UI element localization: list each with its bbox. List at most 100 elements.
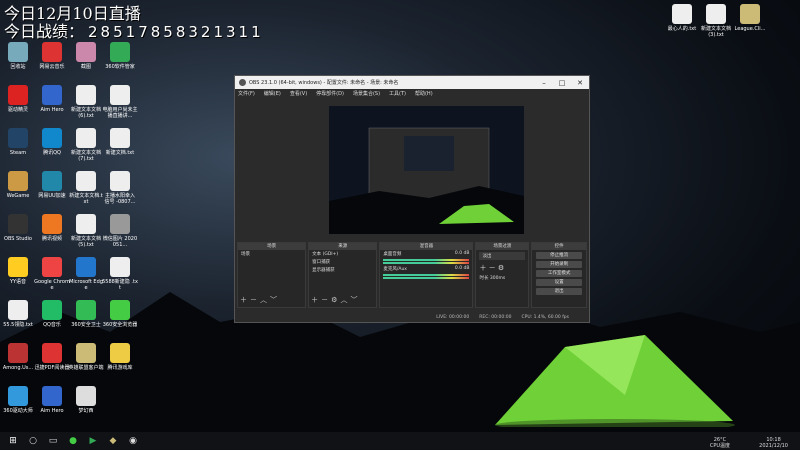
desktop-shortcut[interactable]: 迅捷PDF阅读器 (34, 343, 70, 371)
menu-file[interactable]: 文件(F) (238, 90, 255, 97)
settings-button[interactable]: 设置 (536, 279, 582, 286)
desktop-shortcut-label: 5588新建隐 .txt (102, 279, 138, 291)
desktop-shortcut[interactable]: QQ音乐 (34, 300, 70, 328)
app-360-icon[interactable]: ● (66, 434, 80, 448)
scene-item[interactable]: 场景 (238, 250, 305, 258)
desktop-shortcut[interactable]: 新建文本文档 (5).txt (68, 214, 104, 248)
app-icon (110, 42, 130, 62)
desktop-shortcut[interactable]: Microsoft Edge (68, 257, 104, 291)
desktop-shortcut-label: 新建文本文档 (3).txt (700, 26, 731, 38)
desktop-shortcut[interactable]: 新建文本文档 (6).txt (68, 85, 104, 119)
transition-add-remove[interactable]: ＋ － ⚙ (476, 262, 528, 274)
desktop-shortcut[interactable]: 截图 (68, 42, 104, 70)
menu-scene-collection[interactable]: 场景集合(S) (353, 90, 380, 97)
desktop-shortcut-label: 腾讯游戏库 (107, 365, 133, 371)
desktop-shortcut[interactable]: 英雄联盟客户端 (68, 343, 104, 371)
obs-preview[interactable] (329, 106, 524, 234)
app-icon (76, 42, 96, 62)
desktop-shortcut[interactable]: 腾讯视频 (34, 214, 70, 242)
desktop-shortcut[interactable]: 电脑用户尚未主 播直播讲... (102, 85, 138, 119)
transition-select[interactable]: 淡出 (479, 252, 526, 260)
obs-titlebar[interactable]: OBS 23.1.0 (64-bit, windows) - 配置文件: 未命名… (235, 76, 589, 89)
scenes-dock: 场景 场景 ＋－︿﹀ (237, 242, 307, 308)
app-icon (8, 343, 28, 363)
scene-toolbar[interactable]: ＋－︿﹀ (240, 295, 280, 305)
desktop-shortcut[interactable]: 360安全卫士 (68, 300, 104, 328)
studio-mode-button[interactable]: 工作室模式 (536, 270, 582, 277)
desktop-shortcut[interactable]: 主播水阳幸入 信号 -0807... (102, 171, 138, 205)
desktop-shortcut-label: Google Chrome (34, 279, 70, 291)
desktop-shortcut[interactable]: OBS Studio (0, 214, 36, 242)
windows-start-icon[interactable]: ⊞ (6, 434, 20, 448)
menu-docks[interactable]: 停靠部件(D) (316, 90, 344, 97)
desktop-audio-meter[interactable] (383, 262, 470, 264)
app-icon (8, 171, 28, 191)
desktop-shortcut-label: 网易云音乐 (39, 64, 65, 70)
clock[interactable]: 10:18 2021/12/10 (759, 437, 788, 449)
desktop-shortcut[interactable]: 360驱动大师 (0, 386, 36, 414)
search-icon[interactable]: ○ (26, 434, 40, 448)
stop-streaming-button[interactable]: 停止推流 (536, 252, 582, 259)
app-icon (76, 343, 96, 363)
desktop-shortcut[interactable]: 360安全浏览器 (102, 300, 138, 328)
menu-tools[interactable]: 工具(T) (389, 90, 406, 97)
minimize-button[interactable]: – (535, 79, 553, 87)
app-icon (76, 257, 96, 277)
media-player-icon[interactable]: ▶ (86, 434, 100, 448)
desktop-shortcut[interactable]: 最心人的.txt (664, 4, 700, 32)
task-view-icon[interactable]: ▭ (46, 434, 60, 448)
desktop-shortcut[interactable]: 腾讯QQ (34, 128, 70, 156)
desktop-shortcut[interactable]: 新建文本文档 (3).txt (698, 4, 734, 38)
desktop-shortcut[interactable]: 新建文档.txt (102, 128, 138, 156)
desktop-shortcut[interactable]: 腾讯游戏库 (102, 343, 138, 371)
menu-edit[interactable]: 编辑(E) (264, 90, 281, 97)
mic-audio-meter[interactable] (383, 277, 470, 279)
desktop-shortcut[interactable]: 5588新建隐 .txt (102, 257, 138, 291)
source-item[interactable]: 窗口捕获 (309, 258, 376, 266)
cpu-status: CPU: 1.4%, 60.00 fps (521, 314, 570, 320)
source-item[interactable]: 文本 (GDI+) (309, 250, 376, 258)
desktop-shortcut[interactable]: 回收站 (0, 42, 36, 70)
app-icon (42, 300, 62, 320)
desktop-shortcut[interactable]: 网易云音乐 (34, 42, 70, 70)
controls-dock: 控件 停止推流 开始录制 工作室模式 设置 退出 (531, 242, 587, 308)
desktop-shortcut[interactable]: YY语音 (0, 257, 36, 285)
desktop-shortcut[interactable]: Aim Hero (34, 386, 70, 414)
obs-taskbar-icon[interactable]: ◉ (126, 434, 140, 448)
desktop-shortcut[interactable]: League.Cli... (732, 4, 768, 32)
transition-duration[interactable]: 时长 300ms (476, 274, 528, 282)
exit-button[interactable]: 退出 (536, 288, 582, 295)
league-client-icon[interactable]: ◆ (106, 434, 120, 448)
menu-view[interactable]: 查看(V) (290, 90, 307, 97)
app-icon (8, 214, 28, 234)
desktop-shortcut[interactable]: Among.Us... (0, 343, 36, 371)
close-button[interactable]: ✕ (571, 79, 589, 87)
obs-window[interactable]: OBS 23.1.0 (64-bit, windows) - 配置文件: 未命名… (234, 75, 590, 323)
start-recording-button[interactable]: 开始录制 (536, 261, 582, 268)
desktop-audio-meter[interactable] (383, 259, 470, 261)
menu-help[interactable]: 帮助(H) (415, 90, 433, 97)
app-icon (42, 171, 62, 191)
desktop-shortcut-label: 电脑用户尚未主 播直播讲... (102, 107, 138, 119)
desktop-shortcut[interactable]: Google Chrome (34, 257, 70, 291)
desktop-shortcut[interactable]: Steam (0, 128, 36, 156)
desktop-shortcut-label: 驱动精灵 (7, 107, 28, 113)
file-icon (706, 4, 726, 24)
desktop-shortcut[interactable]: 新建文本文档.txt (68, 171, 104, 205)
source-toolbar[interactable]: ＋－⚙︿﹀ (311, 295, 360, 305)
source-item[interactable]: 显示器捕获 (309, 266, 376, 274)
desktop-shortcut[interactable]: 360软件管家 (102, 42, 138, 70)
desktop-shortcut[interactable]: 新建文本文档 (7).txt (68, 128, 104, 162)
stream-score-overlay: 今日战绩： 28517858321311 (4, 18, 264, 42)
desktop-shortcut[interactable]: 驱动精灵 (0, 85, 36, 113)
mic-audio-meter[interactable] (383, 274, 470, 276)
obs-statusbar: LIVE: 00:00:00 REC: 00:00:00 CPU: 1.4%, … (235, 312, 589, 322)
desktop-shortcut[interactable]: WeGame (0, 171, 36, 199)
maximize-button[interactable]: □ (553, 79, 571, 87)
desktop-shortcut[interactable]: 梦幻西 (68, 386, 104, 414)
desktop-shortcut[interactable]: Aim Hero (34, 85, 70, 113)
desktop-shortcut[interactable]: 网易UU加速 (34, 171, 70, 199)
desktop-shortcut[interactable]: 微信图片 2020051... (102, 214, 138, 248)
desktop-shortcut[interactable]: 55.5领隐.txt (0, 300, 36, 328)
app-icon (8, 85, 28, 105)
